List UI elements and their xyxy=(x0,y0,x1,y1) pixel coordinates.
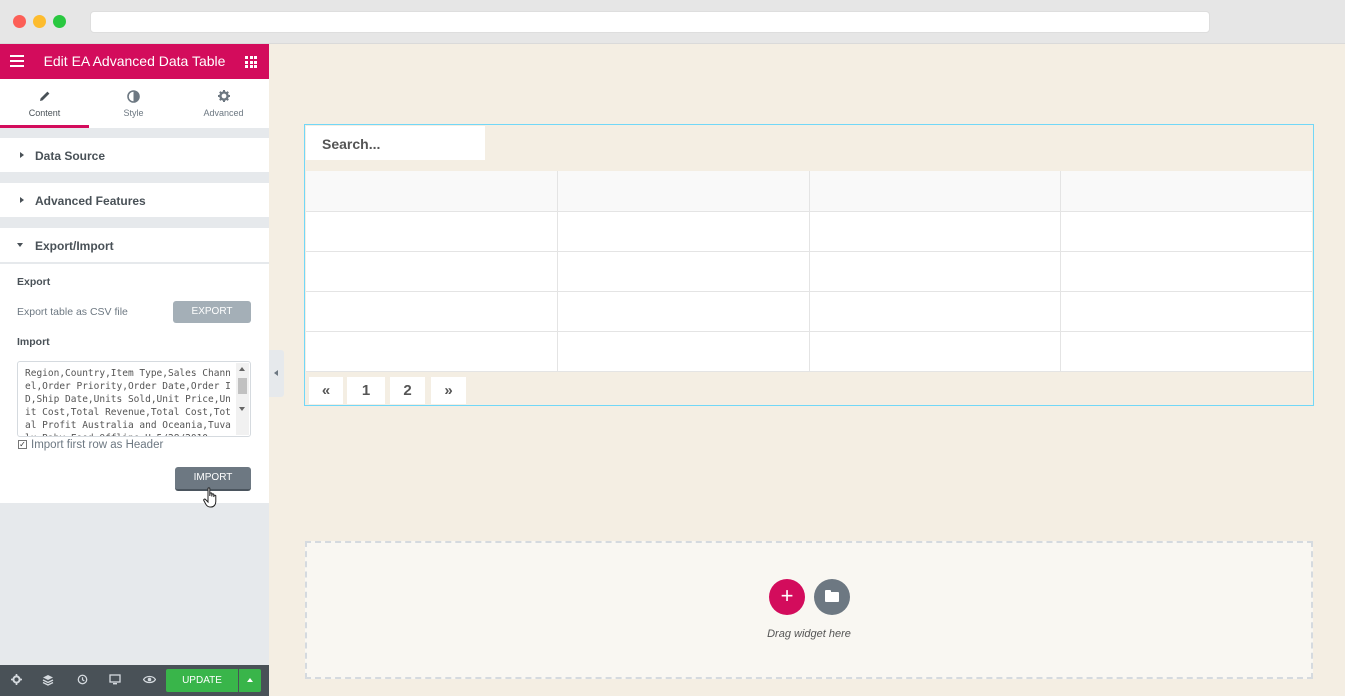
table-cell xyxy=(306,251,558,292)
pencil-icon xyxy=(0,90,89,104)
add-section-button[interactable]: + xyxy=(769,579,805,615)
data-table xyxy=(306,171,1312,372)
table-cell xyxy=(1060,331,1312,372)
collapse-panel-button[interactable] xyxy=(269,350,284,397)
table-cell xyxy=(1060,211,1312,252)
caret-down-icon xyxy=(17,243,23,247)
import-textarea-value: Region,Country,Item Type,Sales Channel,O… xyxy=(25,368,231,436)
table-header-cell xyxy=(557,171,810,212)
tab-style[interactable]: Style xyxy=(89,79,178,128)
table-cell xyxy=(306,331,558,372)
advanced-data-table-widget[interactable]: Search... « 1 2 » xyxy=(304,124,1314,406)
scroll-thumb[interactable] xyxy=(238,378,247,394)
table-search-input[interactable]: Search... xyxy=(306,126,485,160)
settings-icon[interactable] xyxy=(9,674,23,688)
table-cell xyxy=(809,251,1061,292)
editor-panel: Edit EA Advanced Data Table Content Styl… xyxy=(0,44,269,696)
table-row xyxy=(306,211,1312,252)
table-cell xyxy=(306,291,558,332)
minimize-window-button[interactable] xyxy=(33,15,46,28)
tab-advanced[interactable]: Advanced xyxy=(179,79,268,128)
table-cell xyxy=(1060,291,1312,332)
textarea-scrollbar[interactable] xyxy=(236,363,249,435)
panel-footer: UPDATE xyxy=(0,665,269,696)
widget-dropzone[interactable]: + Drag widget here xyxy=(305,541,1313,679)
browser-chrome xyxy=(0,0,1345,44)
panel-tabs: Content Style Advanced xyxy=(0,79,269,129)
tab-content-label: Content xyxy=(28,108,61,118)
table-header-cell xyxy=(306,171,558,212)
pagination-next[interactable]: » xyxy=(431,377,466,404)
table-row xyxy=(306,251,1312,292)
tab-advanced-label: Advanced xyxy=(203,108,244,118)
caret-right-icon xyxy=(20,197,24,203)
import-textarea[interactable]: Region,Country,Item Type,Sales Channel,O… xyxy=(17,361,251,437)
export-button[interactable]: EXPORT xyxy=(173,301,251,323)
hand-cursor-icon xyxy=(203,487,219,514)
table-cell xyxy=(1060,251,1312,292)
preview-eye-icon[interactable] xyxy=(142,674,156,688)
maximize-window-button[interactable] xyxy=(53,15,66,28)
panel-header: Edit EA Advanced Data Table xyxy=(0,44,269,79)
half-circle-icon xyxy=(89,90,178,104)
tab-style-label: Style xyxy=(123,108,144,118)
pagination-page-1[interactable]: 1 xyxy=(347,377,385,404)
table-cell xyxy=(557,211,810,252)
gear-icon xyxy=(179,90,268,104)
table-header-row xyxy=(306,171,1312,212)
table-cell xyxy=(557,331,810,372)
caret-right-icon xyxy=(20,152,24,158)
table-header-cell xyxy=(1060,171,1312,212)
scroll-down-icon[interactable] xyxy=(239,407,245,411)
pagination-prev[interactable]: « xyxy=(309,377,343,404)
layers-icon[interactable] xyxy=(41,674,55,688)
table-header-cell xyxy=(809,171,1061,212)
export-heading: Export xyxy=(17,276,51,288)
pagination-page-2[interactable]: 2 xyxy=(390,377,425,404)
table-cell xyxy=(809,211,1061,252)
import-header-checkbox-label: Import first row as Header xyxy=(31,439,164,451)
update-options-button[interactable] xyxy=(239,669,261,692)
table-cell xyxy=(809,331,1061,372)
import-heading: Import xyxy=(17,336,50,348)
table-cell xyxy=(557,251,810,292)
table-row xyxy=(306,291,1312,332)
section-title: Data Source xyxy=(35,149,106,163)
table-cell xyxy=(809,291,1061,332)
section-data-source[interactable]: Data Source xyxy=(0,138,269,173)
dropzone-text: Drag widget here xyxy=(767,628,851,640)
template-library-button[interactable] xyxy=(814,579,850,615)
address-bar[interactable] xyxy=(90,11,1210,33)
widgets-grid-icon[interactable] xyxy=(245,56,257,68)
section-advanced-features[interactable]: Advanced Features xyxy=(0,183,269,218)
section-title: Advanced Features xyxy=(35,194,146,208)
responsive-desktop-icon[interactable] xyxy=(108,674,122,688)
export-label: Export table as CSV file xyxy=(17,306,128,318)
tab-content[interactable]: Content xyxy=(0,79,89,128)
table-row xyxy=(306,331,1312,372)
scroll-up-icon[interactable] xyxy=(239,367,245,371)
update-button[interactable]: UPDATE xyxy=(166,669,238,692)
table-cell xyxy=(306,211,558,252)
history-icon[interactable] xyxy=(75,674,89,688)
close-window-button[interactable] xyxy=(13,15,26,28)
import-header-checkbox[interactable]: ✓ xyxy=(18,440,27,449)
panel-title: Edit EA Advanced Data Table xyxy=(43,53,226,69)
table-cell xyxy=(557,291,810,332)
section-export-import[interactable]: Export/Import xyxy=(0,228,269,263)
folder-icon xyxy=(825,590,839,602)
section-title: Export/Import xyxy=(35,239,114,253)
